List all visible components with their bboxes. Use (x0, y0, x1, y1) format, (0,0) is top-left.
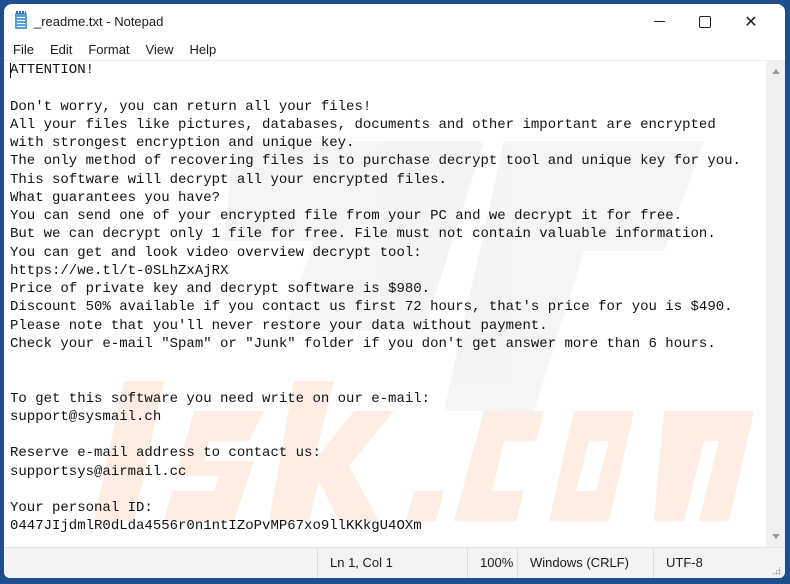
maximize-button[interactable] (682, 4, 728, 39)
menu-view[interactable]: View (138, 39, 182, 60)
text-line: This software will decrypt all your encr… (10, 171, 447, 188)
text-line (10, 79, 766, 97)
text-line: The only method of recovering files is t… (10, 153, 741, 170)
text-line: ATTENTION! (10, 62, 95, 78)
scroll-up-icon[interactable] (772, 69, 780, 74)
menu-bar: File Edit Format View Help (4, 39, 785, 61)
text-line: support@sysmail.ch (10, 408, 162, 425)
close-icon: ✕ (744, 13, 758, 31)
status-bar: Ln 1, Col 1 100% Windows (CRLF) UTF-8 (4, 547, 785, 578)
text-line (10, 353, 766, 371)
text-line: But we can decrypt only 1 file for free.… (10, 226, 716, 243)
text-line: 0447JIjdmlR0dLda4556r0n1ntIZoPvMP67xo9ll… (10, 518, 422, 535)
text-line: All your files like pictures, databases,… (10, 116, 716, 133)
text-line: Your personal ID: (10, 500, 153, 516)
text-line: Please note that you'll never restore yo… (10, 317, 548, 334)
line-ending: Windows (CRLF) (517, 548, 653, 578)
text-line: Reserve e-mail address to contact us: (10, 445, 321, 462)
text-line: Check your e-mail "Spam" or "Junk" folde… (10, 335, 716, 352)
menu-file[interactable]: File (4, 39, 42, 60)
text-line (10, 371, 766, 389)
text-line: You can get and look video overview decr… (10, 244, 422, 261)
text-line: supportsys@airmail.cc (10, 463, 187, 480)
window-title: _readme.txt - Notepad (34, 14, 164, 29)
zoom-level: 100% (467, 548, 517, 578)
notepad-window: _readme.txt - Notepad ✕ File Edit Format… (4, 4, 785, 578)
minimize-icon (653, 21, 665, 22)
menu-format[interactable]: Format (80, 39, 137, 60)
resize-grip-icon[interactable] (772, 566, 781, 575)
maximize-icon (699, 15, 711, 28)
text-line: Discount 50% available if you contact us… (10, 299, 733, 316)
text-line (10, 481, 766, 499)
encoding: UTF-8 (653, 548, 763, 578)
document-text[interactable]: ATTENTION! Don't worry, you can return al… (4, 61, 766, 536)
menu-help[interactable]: Help (181, 39, 224, 60)
text-line: with strongest encryption and unique key… (10, 135, 355, 151)
title-bar[interactable]: _readme.txt - Notepad ✕ (4, 4, 785, 39)
text-line: To get this software you need write on o… (10, 390, 431, 407)
text-line: Don't worry, you can return all your fil… (10, 98, 372, 115)
text-line: Price of private key and decrypt softwar… (10, 281, 431, 297)
minimize-button[interactable] (636, 4, 682, 39)
vertical-scrollbar[interactable] (766, 61, 785, 547)
text-line (10, 426, 766, 444)
notepad-icon (15, 11, 27, 29)
text-line: You can send one of your encrypted file … (10, 208, 683, 224)
text-line: What guarantees you have? (10, 189, 221, 206)
text-editor[interactable]: ATTENTION! Don't worry, you can return al… (4, 61, 766, 547)
close-button[interactable]: ✕ (728, 4, 774, 39)
text-line: https://we.tl/t-0SLhZxAjRX (10, 262, 229, 279)
scroll-down-icon[interactable] (772, 534, 780, 539)
menu-edit[interactable]: Edit (42, 39, 80, 60)
cursor-position: Ln 1, Col 1 (317, 548, 467, 578)
